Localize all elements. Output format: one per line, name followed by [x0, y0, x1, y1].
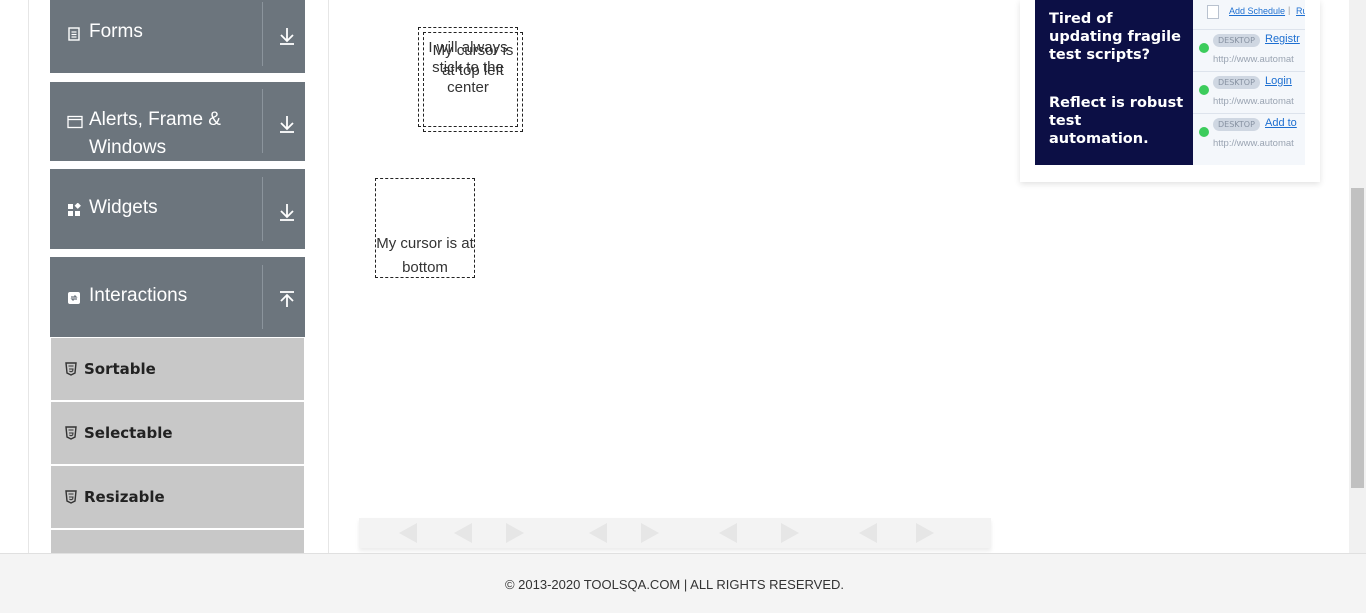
group-label-widgets: Widgets: [89, 197, 158, 218]
sidebar-item-label: Resizable: [84, 488, 165, 506]
advertisement[interactable]: Tired of updating fragile test scripts? …: [1020, 0, 1320, 182]
group-label-alerts-line1: Alerts, Frame &: [89, 109, 221, 130]
test-link[interactable]: Login: [1265, 75, 1292, 87]
drag-box-label: My cursor is at bottom: [376, 235, 474, 276]
interactions-icon: [68, 292, 80, 304]
html5-icon: [65, 426, 77, 440]
document-icon: [68, 27, 80, 41]
left-divider: [28, 0, 29, 553]
group-separator: [262, 2, 263, 66]
download-arrow-icon[interactable]: [278, 202, 296, 222]
drag-box-bottom-cursor[interactable]: My cursor is at bottom: [375, 178, 475, 278]
upload-arrow-icon[interactable]: [278, 290, 296, 310]
scrollbar-thumb[interactable]: [1351, 188, 1364, 488]
group-header-alerts-frame-windows[interactable]: Alerts, Frame & Windows: [50, 82, 305, 161]
status-dot-icon: [1199, 43, 1209, 53]
test-url: http://www.automat: [1213, 96, 1294, 107]
sidebar-item-label: Selectable: [84, 424, 173, 442]
copyright-text: © 2013-2020 TOOLSQA.COM | ALL RIGHTS RES…: [504, 577, 845, 592]
widgets-icon: [68, 203, 81, 216]
drag-box-top-left-cursor[interactable]: My cursor is at top left: [423, 32, 523, 132]
download-arrow-icon[interactable]: [278, 26, 296, 46]
ad-screenshot-panel: Add Schedule | Ru DESKTOP Registr http:/…: [1193, 0, 1305, 165]
sidebar-item-label: Sortable: [84, 360, 156, 378]
sidebar-item-resizable[interactable]: Resizable: [51, 466, 304, 528]
sidebar-item-next[interactable]: [51, 530, 304, 553]
group-label-alerts-line2: Windows: [89, 137, 167, 158]
sidebar-item-sortable[interactable]: Sortable: [51, 338, 304, 400]
ad-header-link[interactable]: Add Schedule: [1229, 6, 1285, 16]
ad-header-more[interactable]: Ru: [1296, 6, 1305, 16]
download-arrow-icon[interactable]: [278, 114, 296, 134]
group-label-interactions: Interactions: [89, 285, 188, 306]
html5-icon: [65, 362, 77, 376]
vertical-scrollbar[interactable]: [1349, 0, 1366, 553]
ad-tagline: Reflect is robust test automation.: [1049, 95, 1184, 147]
sidebar-item-selectable[interactable]: Selectable: [51, 402, 304, 464]
pattern-decoration: [399, 523, 934, 543]
ad-headline: Tired of updating fragile test scripts?: [1049, 11, 1181, 63]
group-header-forms[interactable]: Forms: [50, 0, 305, 73]
decorative-banner-strip: [359, 518, 991, 548]
window-icon: [67, 115, 83, 129]
test-link[interactable]: Registr: [1265, 33, 1300, 45]
status-dot-icon: [1199, 85, 1209, 95]
group-separator: [262, 89, 263, 153]
sidebar-divider: [328, 0, 329, 553]
footer: © 2013-2020 TOOLSQA.COM | ALL RIGHTS RES…: [0, 553, 1366, 613]
status-dot-icon: [1199, 127, 1209, 137]
test-url: http://www.automat: [1213, 54, 1294, 65]
ad-test-row: DESKTOP Login http://www.automat: [1193, 71, 1305, 114]
drag-box-label: My cursor is at top left: [432, 42, 514, 79]
group-header-widgets[interactable]: Widgets: [50, 169, 305, 249]
group-header-interactions[interactable]: Interactions: [50, 257, 305, 337]
platform-badge: DESKTOP: [1213, 34, 1260, 47]
group-separator: [262, 265, 263, 329]
group-label-forms: Forms: [89, 21, 143, 42]
group-separator: [262, 177, 263, 241]
test-link[interactable]: Add to: [1265, 117, 1297, 129]
checkbox-icon: [1207, 5, 1219, 19]
ad-promo-panel: Tired of updating fragile test scripts? …: [1035, 0, 1193, 165]
html5-icon: [65, 490, 77, 504]
platform-badge: DESKTOP: [1213, 76, 1260, 89]
test-url: http://www.automat: [1213, 138, 1294, 149]
platform-badge: DESKTOP: [1213, 118, 1260, 131]
ad-header-sep: |: [1288, 5, 1291, 15]
ad-test-row: DESKTOP Registr http://www.automat: [1193, 29, 1305, 72]
ad-test-row: DESKTOP Add to http://www.automat: [1193, 113, 1305, 156]
